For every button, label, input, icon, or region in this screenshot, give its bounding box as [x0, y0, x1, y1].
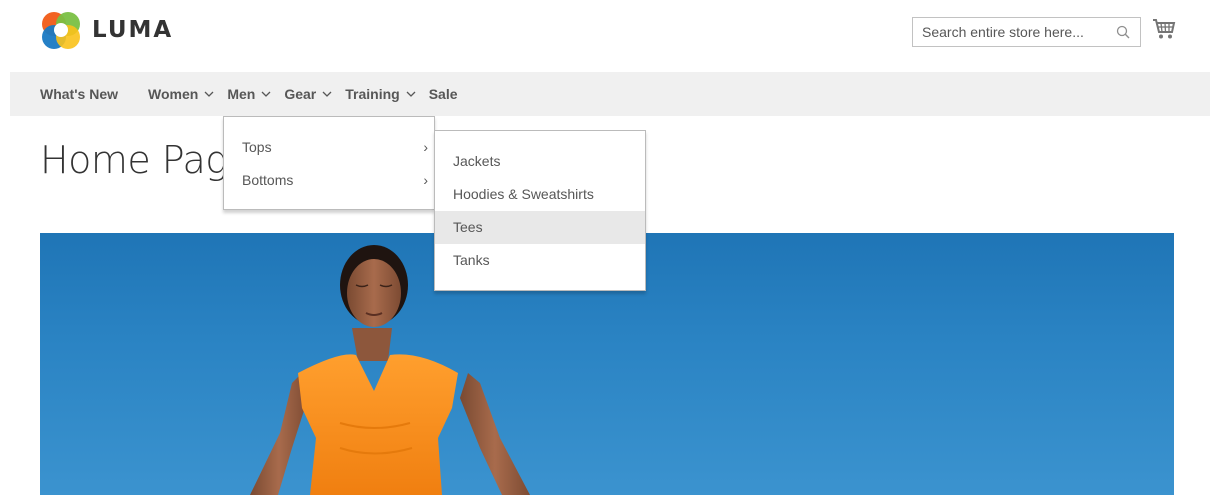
submenu-label: Tees	[453, 219, 483, 235]
chevron-down-icon	[204, 91, 214, 97]
men-submenu: Tops › Bottoms ›	[223, 116, 435, 210]
nav-item-sale[interactable]: Sale	[429, 86, 458, 102]
luma-logo-icon	[42, 12, 80, 49]
chevron-down-icon	[322, 91, 332, 97]
submenu-item-jackets[interactable]: Jackets	[435, 145, 645, 178]
nav-item-whats-new[interactable]: What's New	[40, 86, 118, 102]
submenu-label: Bottoms	[242, 172, 294, 188]
cart-icon[interactable]	[1152, 18, 1176, 40]
site-header: LUMA	[0, 0, 1210, 72]
nav-label: Gear	[284, 86, 317, 102]
submenu-label: Jackets	[453, 153, 501, 169]
submenu-item-hoodies-sweatshirts[interactable]: Hoodies & Sweatshirts	[435, 178, 645, 211]
page-title-text: Home Page	[40, 138, 251, 182]
submenu-item-tanks[interactable]: Tanks	[435, 244, 645, 277]
page-title: Home Page	[40, 138, 251, 182]
submenu-item-bottoms[interactable]: Bottoms ›	[242, 172, 432, 188]
submenu-label: Hoodies & Sweatshirts	[453, 186, 594, 202]
nav-label: Women	[148, 86, 199, 102]
nav-item-women[interactable]: Women	[148, 86, 214, 102]
submenu-item-tops[interactable]: Tops ›	[242, 139, 432, 155]
submenu-label: Tops	[242, 139, 272, 155]
nav-label: Training	[345, 86, 400, 102]
nav-label: Men	[227, 86, 256, 102]
tops-submenu: Jackets Hoodies & Sweatshirts Tees Tanks	[434, 130, 646, 291]
store-logo-link[interactable]: LUMA	[40, 10, 173, 50]
nav-item-training[interactable]: Training	[345, 86, 416, 102]
chevron-right-icon: ›	[423, 172, 428, 188]
submenu-label: Tanks	[453, 252, 490, 268]
chevron-down-icon	[261, 91, 271, 97]
main-navigation: What's New Women Men Gear Training Sale	[10, 72, 1210, 116]
chevron-down-icon	[406, 91, 416, 97]
brand-name: LUMA	[92, 17, 174, 43]
nav-label: Sale	[428, 86, 458, 102]
chevron-right-icon: ›	[423, 139, 428, 155]
nav-item-gear[interactable]: Gear	[284, 86, 332, 102]
search-input[interactable]	[913, 18, 1103, 46]
submenu-item-tees[interactable]: Tees	[435, 211, 645, 244]
search-icon[interactable]	[1116, 25, 1130, 39]
search-box	[912, 17, 1141, 47]
nav-label: What's New	[40, 86, 119, 102]
nav-item-men[interactable]: Men	[227, 86, 271, 102]
